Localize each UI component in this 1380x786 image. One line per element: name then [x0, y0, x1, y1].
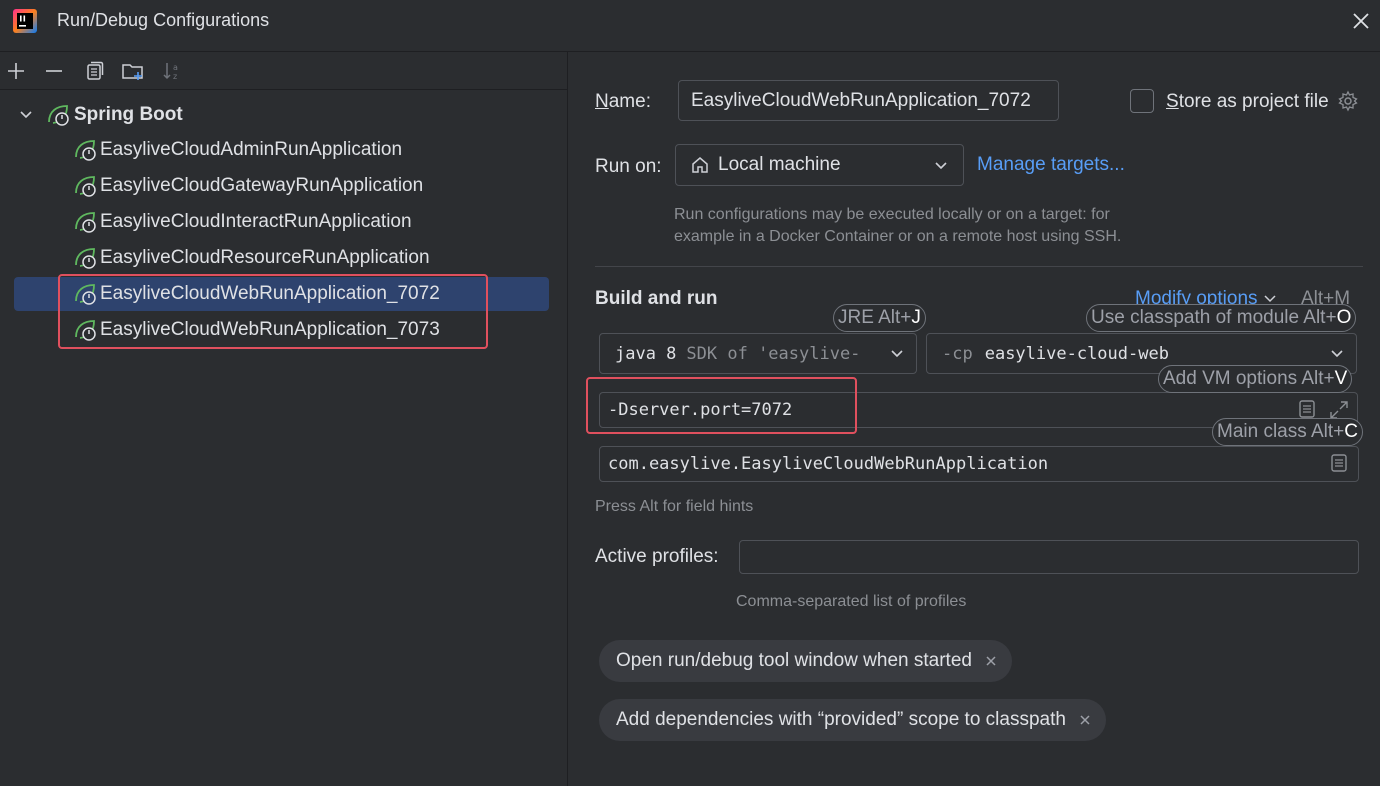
run-on-value: Local machine: [718, 154, 841, 175]
active-profiles-hint: Comma-separated list of profiles: [736, 593, 967, 610]
spring-boot-icon: [73, 245, 99, 271]
tree-group-spring-boot[interactable]: Spring Boot: [0, 98, 568, 132]
new-folder-icon[interactable]: [121, 59, 145, 83]
gear-icon[interactable]: [1337, 90, 1359, 112]
run-on-label: Run on:: [595, 156, 662, 177]
run-on-hint-line-1: Run configurations may be executed local…: [674, 206, 1110, 223]
home-icon: [690, 155, 710, 175]
close-icon[interactable]: [1078, 713, 1092, 727]
chevron-down-icon: [1329, 346, 1345, 362]
main-class-input[interactable]: com.easylive.EasyliveCloudWebRunApplicat…: [599, 446, 1359, 482]
store-as-project-label[interactable]: Store as project file: [1166, 91, 1329, 113]
manage-targets-link[interactable]: Manage targets...: [977, 154, 1125, 176]
spring-boot-icon: [73, 209, 99, 235]
tree-item-label: EasyliveCloudWebRunApplication_7072: [100, 283, 440, 304]
chevron-down-icon[interactable]: [18, 107, 34, 123]
run-on-select[interactable]: Local machine: [675, 144, 964, 186]
tree-item-resource[interactable]: EasyliveCloudResourceRunApplication: [14, 241, 549, 275]
active-profiles-input[interactable]: [739, 540, 1359, 574]
tree-item-interact[interactable]: EasyliveCloudInteractRunApplication: [14, 205, 549, 239]
tree-toolbar: az: [0, 52, 568, 90]
configurations-panel: az Spring Boot EasyliveCloudAdminRunAppl…: [0, 52, 568, 786]
title-bar: Run/Debug Configurations: [0, 0, 1380, 52]
tree-item-admin[interactable]: EasyliveCloudAdminRunApplication: [14, 133, 549, 167]
configuration-editor: Name: EasyliveCloudWebRunApplication_707…: [569, 52, 1380, 786]
classpath-shortcut-tip: Use classpath of module Alt+ O: [1086, 304, 1357, 332]
main-class-shortcut-tip: Main class Alt+ C: [1212, 418, 1363, 446]
tree-item-web-7072[interactable]: EasyliveCloudWebRunApplication_7072: [14, 277, 549, 311]
jre-sdk-hint: SDK of 'easylive-: [686, 343, 861, 364]
run-on-hint-line-2: example in a Docker Container or on a re…: [674, 228, 1122, 245]
spring-boot-icon: [73, 317, 99, 343]
build-run-title: Build and run: [595, 288, 718, 309]
chevron-down-icon: [933, 158, 949, 174]
tree-group-label: Spring Boot: [74, 104, 183, 125]
copy-icon[interactable]: [82, 59, 106, 83]
spring-boot-icon: [73, 173, 99, 199]
classpath-value: easylive-cloud-web: [984, 343, 1169, 364]
classpath-prefix: -cp: [942, 343, 973, 364]
minus-icon[interactable]: [42, 59, 66, 83]
option-chip-provided-scope[interactable]: Add dependencies with “provided” scope t…: [599, 699, 1106, 741]
svg-text:a: a: [173, 63, 178, 72]
vm-options-shortcut-tip: Add VM options Alt+ V: [1158, 365, 1353, 393]
close-icon[interactable]: [984, 654, 998, 668]
spring-boot-icon: [73, 281, 99, 307]
sort-icon[interactable]: az: [161, 59, 185, 83]
notes-icon[interactable]: [1297, 399, 1317, 419]
svg-text:z: z: [173, 72, 177, 81]
spring-boot-icon: [73, 137, 99, 163]
tree-item-gateway[interactable]: EasyliveCloudGatewayRunApplication: [14, 169, 549, 203]
tree-item-label: EasyliveCloudGatewayRunApplication: [100, 175, 424, 196]
jre-shortcut-tip: JRE Alt+ J: [833, 304, 926, 332]
tree-item-label: EasyliveCloudAdminRunApplication: [100, 139, 403, 160]
name-input[interactable]: EasyliveCloudWebRunApplication_7072: [678, 80, 1059, 121]
close-icon[interactable]: [1348, 8, 1374, 34]
jre-select[interactable]: java 8 SDK of 'easylive-: [599, 333, 917, 374]
intellij-logo-icon: [13, 9, 37, 33]
notes-icon[interactable]: [1329, 453, 1349, 473]
window-title: Run/Debug Configurations: [57, 10, 270, 30]
field-hint: Press Alt for field hints: [595, 498, 754, 515]
tree-item-label: EasyliveCloudWebRunApplication_7073: [100, 319, 440, 340]
active-profiles-label: Active profiles:: [595, 546, 719, 567]
chevron-down-icon: [889, 346, 905, 362]
plus-icon[interactable]: [4, 59, 28, 83]
jre-value: java 8: [615, 343, 677, 364]
spring-boot-icon: [46, 102, 72, 128]
store-as-project-checkbox[interactable]: [1130, 89, 1154, 113]
tree-item-label: EasyliveCloudResourceRunApplication: [100, 247, 430, 268]
option-chip-open-tool-window[interactable]: Open run/debug tool window when started: [599, 640, 1012, 682]
tree-item-web-7073[interactable]: EasyliveCloudWebRunApplication_7073: [14, 313, 549, 347]
tree-item-label: EasyliveCloudInteractRunApplication: [100, 211, 412, 232]
name-label: Name:: [595, 91, 651, 112]
section-divider: [595, 266, 1363, 267]
